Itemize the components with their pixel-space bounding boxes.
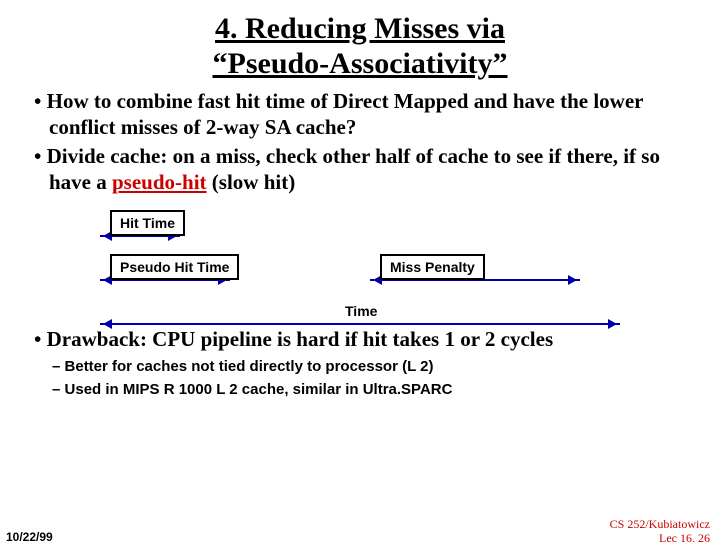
time-label: Time	[345, 303, 377, 319]
title-line1: 4. Reducing Misses via	[215, 12, 505, 45]
sub-bullet-2: Used in MIPS R 1000 L 2 cache, similar i…	[52, 380, 692, 400]
slide-date: 10/22/99	[6, 530, 53, 544]
bullet-2b: (slow hit)	[207, 170, 296, 194]
footer-course: CS 252/Kubiatowicz	[610, 517, 710, 531]
hit-time-box: Hit Time	[110, 210, 185, 236]
sub-bullet-1: Better for caches not tied directly to p…	[52, 357, 692, 377]
pseudo-box: Pseudo Hit Time	[110, 254, 239, 280]
miss-box: Miss Penalty	[380, 254, 485, 280]
bullet-2: Divide cache: on a miss, check other hal…	[34, 144, 692, 195]
footer-lecture: Lec 16. 26	[659, 531, 710, 545]
slide-footer: CS 252/Kubiatowicz Lec 16. 26	[610, 518, 710, 546]
title-line2: “Pseudo-Associativity”	[213, 47, 508, 80]
bullet-list: How to combine fast hit time of Direct M…	[34, 89, 692, 195]
time-arrow	[100, 323, 620, 325]
timing-diagram: Hit Time Pseudo Hit Time Miss Penalty Ti…	[0, 205, 720, 345]
bullet-1: How to combine fast hit time of Direct M…	[34, 89, 692, 140]
slide-title: 4. Reducing Misses via “Pseudo-Associati…	[0, 12, 720, 81]
pseudo-hit-term: pseudo-hit	[112, 170, 207, 194]
